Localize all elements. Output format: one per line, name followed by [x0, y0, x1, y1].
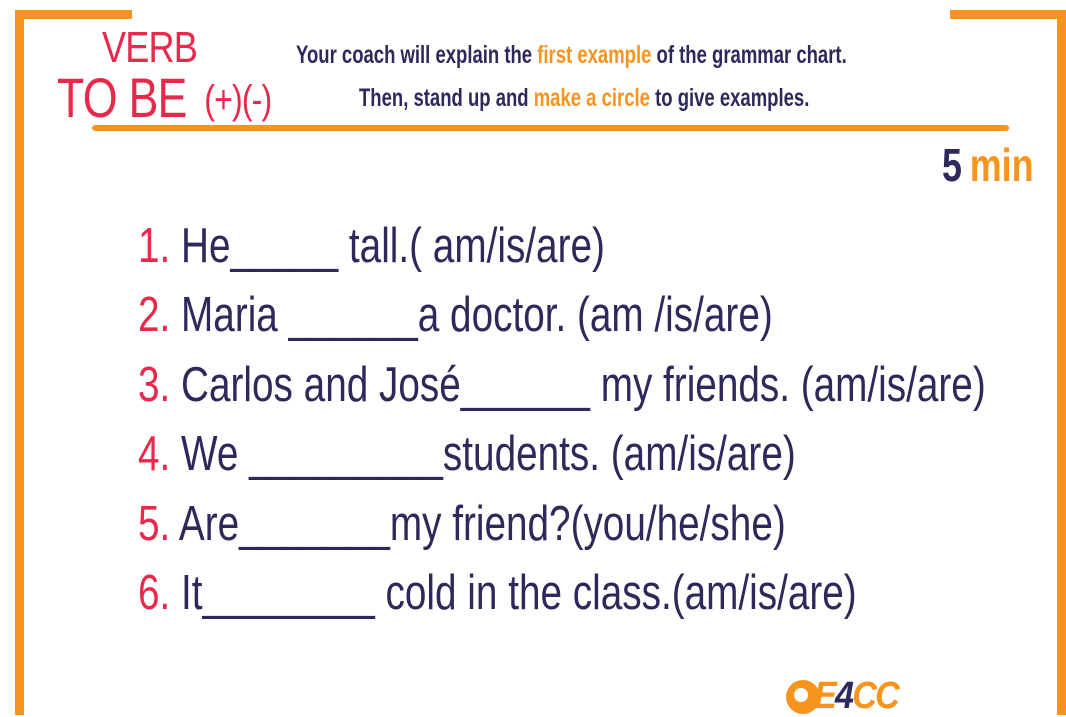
logo-wordmark: E4CC [814, 675, 900, 717]
title-verb: VERB [102, 23, 198, 72]
header-divider [92, 125, 1009, 131]
frame-left-corner [15, 10, 132, 19]
title-signs: (+)(-) [204, 78, 272, 122]
instruction-1-text-a: Your coach will explain the [296, 41, 538, 69]
exercise-text: Carlos and José______ my friends. (am/is… [170, 357, 986, 412]
exercise-item: 5. Are_______my friend?(you/he/she) [138, 494, 986, 563]
instruction-2-highlight: make a circle [533, 84, 650, 112]
exercise-item: 6. It________ cold in the class.(am/is/a… [138, 563, 986, 632]
title-to-be: TO BE (+)(-) [57, 70, 272, 128]
frame-right-corner [950, 10, 1066, 19]
exercise-list: 1. He_____ tall.( am/is/are) 2. Maria __… [138, 216, 1066, 632]
timer-unit: min [969, 139, 1034, 191]
timer-value: 5 [942, 139, 962, 191]
instruction-1-text-b: of the grammar chart. [651, 41, 847, 69]
instruction-line-1: Your coach will explain the first exampl… [296, 40, 847, 70]
instruction-2-text-a: Then, stand up and [359, 84, 534, 112]
exercise-text: He_____ tall.( am/is/are) [170, 219, 605, 273]
exercise-number: 5. [138, 496, 171, 551]
exercise-item: 3. Carlos and José______ my friends. (am… [138, 355, 986, 424]
exercise-number: 6. [138, 565, 171, 620]
exercise-number: 3. [138, 357, 171, 412]
frame-left-border [15, 10, 24, 715]
exercise-text: It________ cold in the class.(am/is/are) [170, 565, 857, 620]
exercise-number: 1. [138, 219, 171, 273]
exercise-item: 1. He_____ tall.( am/is/are) [138, 216, 986, 285]
exercise-text: We _________students. (am/is/are) [170, 427, 796, 482]
timer: 5 min [942, 140, 1034, 190]
exercise-text: Maria ______a doctor. (am /is/are) [170, 288, 773, 343]
exercise-item: 2. Maria ______a doctor. (am /is/are) [138, 285, 986, 354]
exercise-item: 4. We _________students. (am/is/are) [138, 424, 986, 493]
exercise-number: 4. [138, 427, 171, 482]
instruction-1-highlight: first example [537, 41, 652, 69]
title-to-be-text: TO BE [57, 66, 187, 129]
instruction-line-2: Then, stand up and make a circle to give… [359, 83, 809, 113]
exercise-number: 2. [138, 288, 171, 343]
e4cc-logo: E4CC [784, 676, 924, 716]
instruction-2-text-b: to give examples. [649, 84, 810, 112]
exercise-text: Are_______my friend?(you/he/she) [170, 496, 786, 551]
